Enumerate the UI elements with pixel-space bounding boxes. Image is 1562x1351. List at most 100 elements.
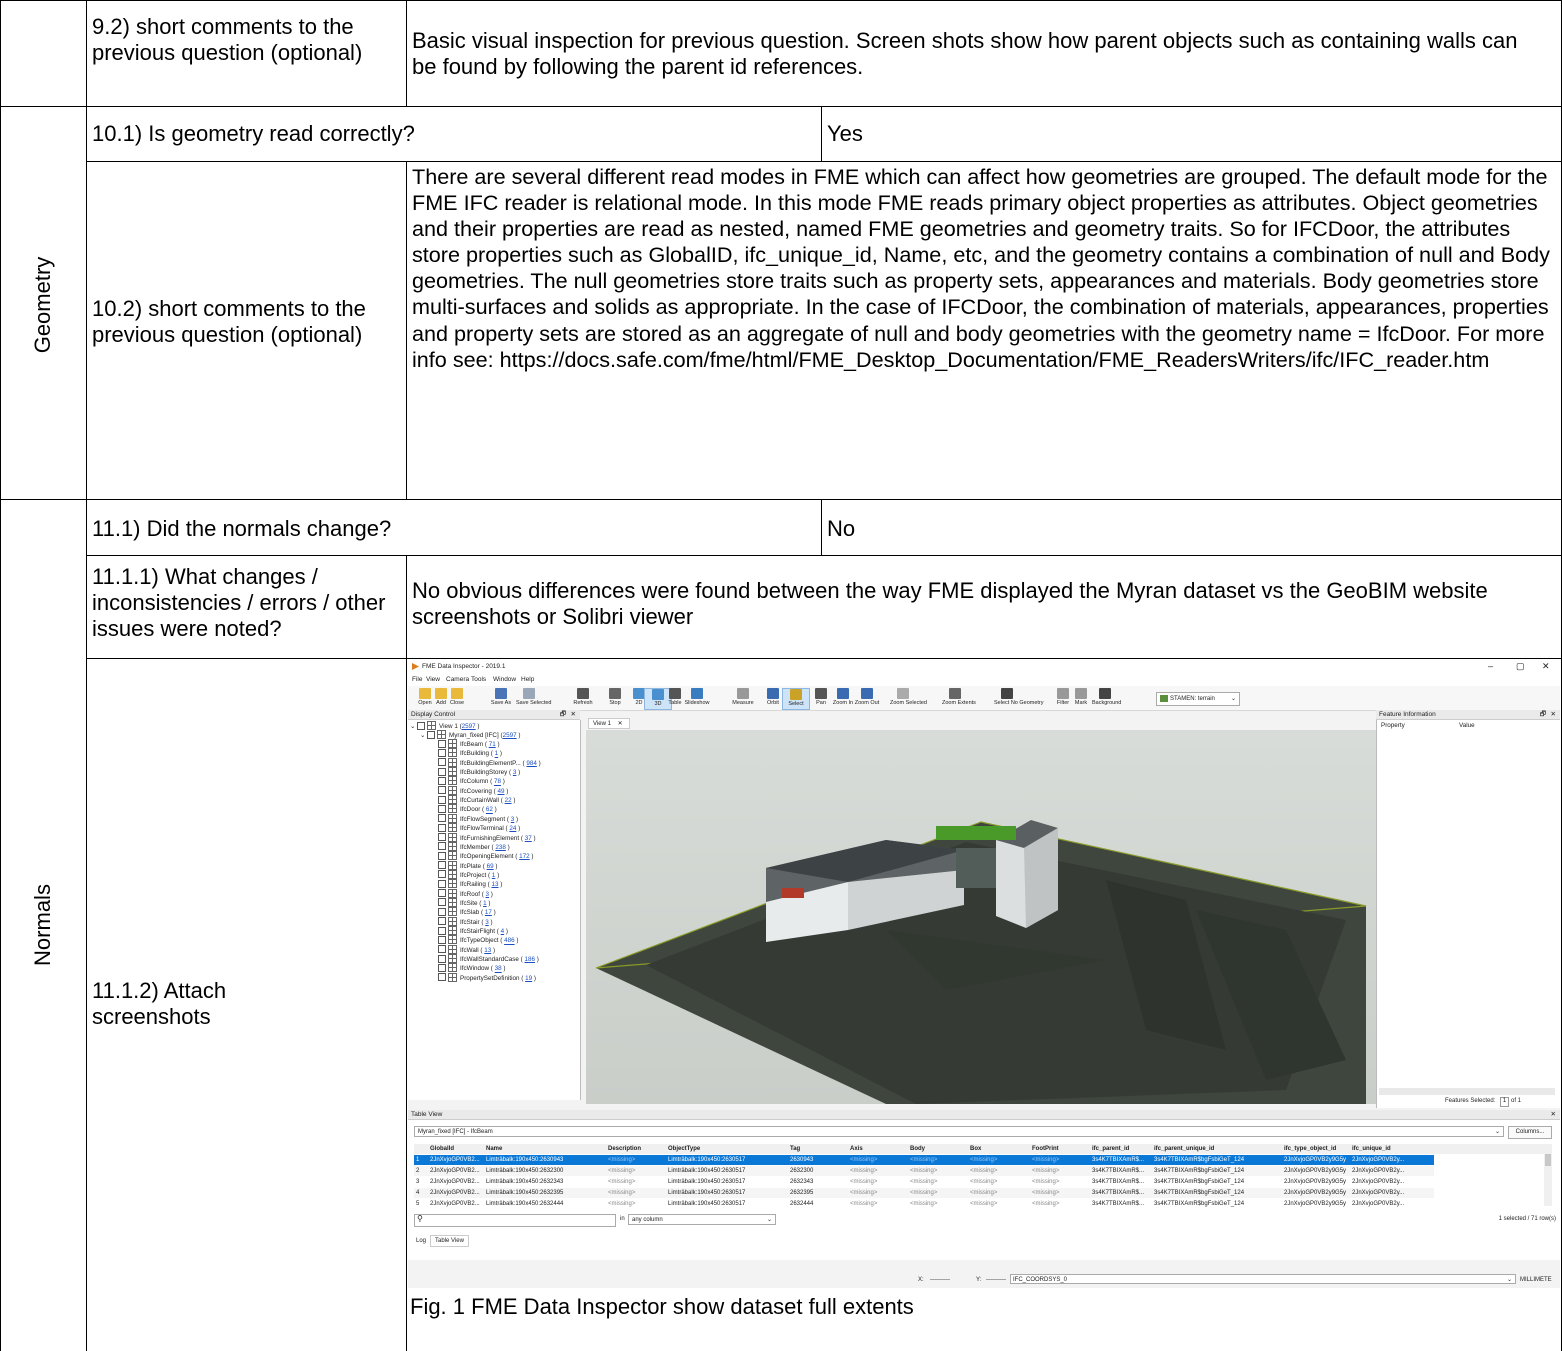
layer-count-link[interactable]: 13 (484, 947, 491, 954)
layer-count-link[interactable]: 17 (485, 909, 492, 916)
basemap-select[interactable]: STAMEN: terrain ⌄ (1156, 692, 1240, 706)
dataset-select[interactable]: Myran_fixed [IFC] - IfcBeam ⌄ (414, 1126, 1504, 1137)
chevron-down-icon[interactable]: ⌄ (410, 723, 415, 730)
panel-float-icon[interactable]: 🗗 (1540, 710, 1546, 720)
close-window-button[interactable]: ✕ (1542, 661, 1550, 672)
checkbox[interactable] (438, 833, 446, 841)
checkbox[interactable] (438, 786, 446, 795)
layer-count-link[interactable]: 49 (497, 788, 504, 795)
save-selected-button[interactable]: Save Selected (516, 688, 551, 708)
layer-count-link[interactable]: 19 (525, 975, 532, 982)
tree-layer-item[interactable]: IfcSite ( 1 ) (438, 897, 490, 908)
zoom-out-button[interactable]: Zoom Out (854, 688, 880, 708)
checkbox[interactable] (438, 954, 446, 963)
search-input[interactable]: ⚲ (414, 1214, 616, 1227)
table-row[interactable]: 3 2JnXvjoGP0VB2... Limträbalk:190x450:2632… (414, 1177, 1434, 1187)
search-column-select[interactable]: any column ⌄ (628, 1214, 776, 1225)
tab-table-view[interactable]: Table View (430, 1235, 469, 1247)
checkbox[interactable] (438, 795, 446, 804)
checkbox[interactable] (438, 870, 446, 879)
checkbox[interactable] (438, 945, 446, 954)
save-as-button[interactable]: Save As (488, 688, 514, 708)
layer-count-link[interactable]: 3 (513, 769, 517, 776)
tree-dataset[interactable]: ⌄ Myran_fixed [IFC] (2597 ) (420, 730, 520, 740)
checkbox[interactable] (438, 889, 446, 898)
chevron-down-icon[interactable]: ⌄ (420, 732, 425, 739)
slideshow-button[interactable]: Slideshow (684, 688, 710, 708)
table-row[interactable]: 1 2JnXvjoGP0VB2... Limträbalk:190x450:2630… (414, 1155, 1434, 1165)
mark-button[interactable]: Mark (1068, 688, 1094, 708)
menu-help[interactable]: Help (521, 676, 534, 683)
tab-view-1[interactable]: View 1 ✕ (588, 718, 630, 729)
layer-count-link[interactable]: 78 (494, 779, 501, 786)
checkbox[interactable] (438, 935, 446, 944)
checkbox[interactable] (438, 963, 446, 972)
3d-view[interactable] (586, 730, 1376, 1104)
column-header[interactable]: Axis (850, 1144, 904, 1154)
layer-count-link[interactable]: 4 (501, 928, 505, 935)
refresh-button[interactable]: Refresh (570, 688, 596, 708)
checkbox[interactable] (438, 739, 446, 748)
layer-count-link[interactable]: 24 (509, 825, 516, 832)
panel-close-icon[interactable]: ✕ (1551, 710, 1556, 720)
layer-count-link[interactable]: 71 (489, 741, 496, 748)
layer-count-link[interactable]: 1 (495, 751, 499, 758)
page-input[interactable]: 1 (1500, 1097, 1509, 1107)
maximize-button[interactable]: ▢ (1516, 661, 1525, 672)
layer-count-link[interactable]: 1 (483, 900, 487, 907)
layer-count-link[interactable]: 37 (525, 835, 532, 842)
select-no-geometry-button[interactable]: Select No Geometry (994, 688, 1044, 708)
checkbox[interactable] (438, 861, 446, 870)
vertical-scrollbar[interactable] (1544, 1144, 1552, 1206)
menu-camera[interactable]: Camera (446, 676, 469, 683)
column-header[interactable]: ifc_parent_unique_id (1154, 1144, 1278, 1154)
checkbox[interactable] (438, 907, 446, 916)
tree-layer-item[interactable]: IfcDoor ( 62 ) (438, 804, 497, 814)
checkbox[interactable] (438, 814, 446, 823)
column-header[interactable]: ifc_parent_id (1092, 1144, 1148, 1154)
column-header[interactable]: ObjectType (668, 1144, 784, 1154)
horizontal-scrollbar[interactable] (1379, 1088, 1555, 1095)
background-button[interactable]: Background (1092, 688, 1121, 708)
checkbox[interactable] (438, 851, 446, 860)
layer-count-link[interactable]: 238 (495, 844, 506, 851)
stop-button[interactable]: Stop (602, 688, 628, 708)
measure-button[interactable]: Measure (730, 688, 756, 708)
column-header[interactable]: Body (910, 1144, 964, 1154)
menu-view[interactable]: View (426, 676, 440, 683)
panel-close-icon[interactable]: ✕ (571, 710, 576, 720)
menu-file[interactable]: File (412, 676, 422, 683)
table-row[interactable]: 4 2JnXvjoGP0VB2... Limträbalk:190x450:2632… (414, 1188, 1434, 1198)
layer-count-link[interactable]: 38 (495, 966, 502, 973)
layer-count-link[interactable]: 486 (504, 938, 515, 945)
checkbox[interactable] (438, 804, 446, 813)
tree-layer-item[interactable]: IfcSlab ( 17 ) (438, 907, 496, 917)
column-header[interactable]: ifc_unique_id (1352, 1144, 1412, 1154)
menu-tools[interactable]: Tools (471, 676, 486, 683)
table-row[interactable]: 2 2JnXvjoGP0VB2... Limträbalk:190x450:2632… (414, 1166, 1434, 1176)
menu-window[interactable]: Window (493, 676, 516, 683)
zoom-selected-button[interactable]: Zoom Selected (890, 688, 927, 708)
column-header[interactable]: ifc_type_object_id (1284, 1144, 1346, 1154)
select-button[interactable]: Select (782, 688, 810, 710)
checkbox[interactable] (438, 823, 446, 832)
layer-count-link[interactable]: 69 (487, 863, 494, 870)
column-header[interactable]: Tag (790, 1144, 844, 1154)
checkbox[interactable] (438, 842, 446, 851)
checkbox[interactable] (438, 879, 446, 888)
checkbox[interactable] (438, 898, 446, 907)
tree-layer-item[interactable]: IfcPlate ( 69 ) (438, 860, 497, 871)
layer-count-link[interactable]: 62 (486, 807, 493, 814)
close-button[interactable]: Close (444, 688, 470, 708)
tree-layer-item[interactable]: IfcWall ( 13 ) (438, 944, 495, 955)
layer-count-link[interactable]: 172 (519, 853, 530, 860)
panel-close-icon[interactable]: ✕ (1551, 1110, 1556, 1120)
layer-count-link[interactable]: 3 (485, 919, 489, 926)
column-header[interactable]: FootPrint (1032, 1144, 1086, 1154)
tree-layer-item[interactable]: PropertySetDefinition ( 19 ) (438, 972, 536, 983)
column-header[interactable]: Name (486, 1144, 602, 1154)
checkbox[interactable] (438, 776, 446, 785)
tab-log[interactable]: Log (416, 1238, 426, 1244)
checkbox[interactable] (438, 973, 446, 982)
tree-layer-item[interactable]: IfcStair ( 3 ) (438, 916, 493, 927)
